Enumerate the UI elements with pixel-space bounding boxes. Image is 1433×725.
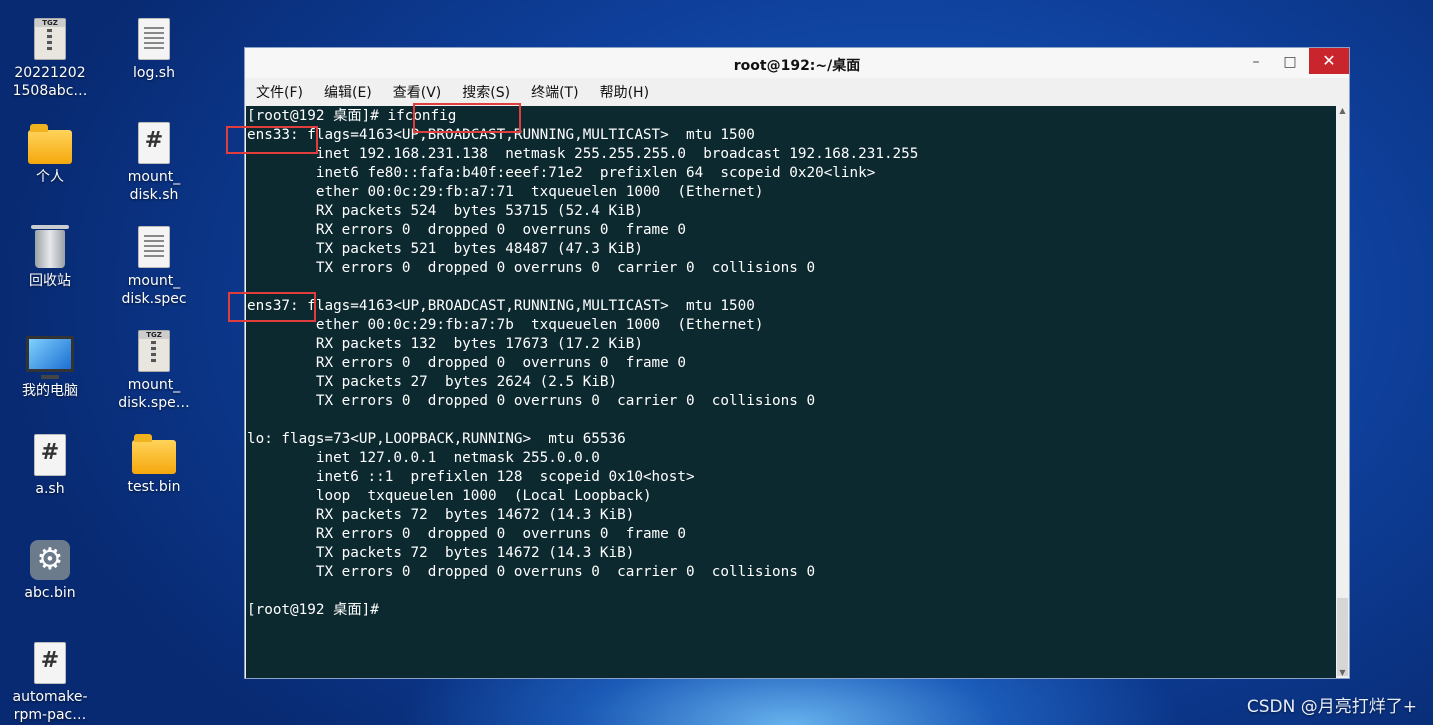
- gear-icon: ⚙: [30, 540, 70, 580]
- menu-search[interactable]: 搜索(S): [462, 82, 510, 102]
- menu-view[interactable]: 查看(V): [393, 82, 442, 102]
- terminal-line: inet 127.0.0.1 netmask 255.0.0.0: [247, 450, 600, 466]
- scroll-down-icon[interactable]: ▼: [1336, 668, 1349, 678]
- terminal-line: TX errors 0 dropped 0 overruns 0 carrier…: [247, 260, 816, 276]
- desktop-icon-mount-disk-sh[interactable]: # mount_ disk.sh: [106, 120, 202, 204]
- menu-file[interactable]: 文件(F): [256, 82, 303, 102]
- window-titlebar[interactable]: root@192:~/桌面 – □ ✕: [245, 48, 1349, 78]
- script-file-icon: #: [34, 642, 66, 684]
- terminal-line: loop txqueuelen 1000 (Local Loopback): [247, 488, 652, 504]
- menu-edit[interactable]: 编辑(E): [324, 82, 372, 102]
- desktop-icon-a-sh[interactable]: # a.sh: [2, 432, 98, 498]
- terminal-line: inet6 ::1 prefixlen 128 scopeid 0x10<hos…: [247, 469, 695, 485]
- trash-icon: [31, 225, 69, 268]
- desktop-icon-label: 20221202 1508abc…: [12, 65, 88, 99]
- highlight-box-ens33: [226, 126, 318, 154]
- desktop-icon-label: mount_ disk.spe…: [118, 377, 190, 411]
- terminal-line: RX packets 524 bytes 53715 (52.4 KiB): [247, 203, 643, 219]
- terminal-line: TX errors 0 dropped 0 overruns 0 carrier…: [247, 393, 816, 409]
- close-button[interactable]: ✕: [1309, 48, 1349, 74]
- terminal-line: TX errors 0 dropped 0 overruns 0 carrier…: [247, 564, 816, 580]
- desktop-icon-trash[interactable]: 回收站: [2, 225, 98, 290]
- text-file-icon: [138, 18, 170, 60]
- desktop-icon-label: automake- rpm-pac…: [12, 689, 88, 723]
- desktop-icon-20221202-archive[interactable]: 20221202 1508abc…: [2, 16, 98, 100]
- folder-icon: [132, 434, 176, 474]
- desktop-icon-label: mount_ disk.sh: [127, 169, 181, 203]
- scrollbar-thumb[interactable]: [1337, 598, 1348, 676]
- terminal-line: RX packets 132 bytes 17673 (17.2 KiB): [247, 336, 643, 352]
- text-file-icon: [138, 226, 170, 268]
- desktop-icon-label: 回收站: [29, 273, 71, 289]
- terminal-line: ens37: flags=4163<UP,BROADCAST,RUNNING,M…: [247, 298, 755, 314]
- desktop-icon-label: 我的电脑: [22, 383, 78, 399]
- menu-help[interactable]: 帮助(H): [600, 82, 649, 102]
- terminal-line: RX errors 0 dropped 0 overruns 0 frame 0: [247, 222, 686, 238]
- desktop-icon-log-sh[interactable]: log.sh: [106, 16, 202, 82]
- terminal-line: [root@192 桌面]#: [247, 602, 379, 618]
- terminal-line: lo: flags=73<UP,LOOPBACK,RUNNING> mtu 65…: [247, 431, 626, 447]
- tgz-archive-icon: [34, 18, 66, 60]
- terminal-line: RX packets 72 bytes 14672 (14.3 KiB): [247, 507, 635, 523]
- terminal-text: [root@192 桌面]# ifconfig ens33: flags=416…: [246, 106, 1336, 620]
- desktop-icon-mount-disk-spec[interactable]: mount_ disk.spec: [106, 224, 202, 308]
- highlight-box-ifconfig: [413, 103, 521, 133]
- scroll-up-icon[interactable]: ▲: [1336, 106, 1349, 116]
- terminal-line: ether 00:0c:29:fb:a7:7b txqueuelen 1000 …: [247, 317, 764, 333]
- desktop-icon-my-computer[interactable]: 我的电脑: [2, 330, 98, 400]
- desktop-icon-label: a.sh: [35, 481, 65, 497]
- minimize-button[interactable]: –: [1239, 50, 1273, 74]
- desktop-icon-automake-rpm[interactable]: # automake- rpm-pac…: [2, 640, 98, 724]
- terminal-line: inet6 fe80::fafa:b40f:eeef:71e2 prefixle…: [247, 165, 876, 181]
- csdn-watermark: CSDN @月亮打烊了+: [1246, 697, 1417, 717]
- tgz-archive-icon: [138, 330, 170, 372]
- home-folder-icon: [28, 124, 72, 164]
- terminal-line: ether 00:0c:29:fb:a7:71 txqueuelen 1000 …: [247, 184, 764, 200]
- desktop-icon-label: test.bin: [127, 479, 181, 495]
- terminal-scrollbar[interactable]: ▲ ▼: [1336, 106, 1349, 678]
- window-title: root@192:~/桌面: [733, 58, 861, 74]
- desktop-icon-label: log.sh: [133, 65, 175, 81]
- terminal-line: TX packets 27 bytes 2624 (2.5 KiB): [247, 374, 618, 390]
- desktop-icon-label: abc.bin: [24, 585, 76, 601]
- terminal-line: RX errors 0 dropped 0 overruns 0 frame 0: [247, 526, 686, 542]
- terminal-window: root@192:~/桌面 – □ ✕ 文件(F) 编辑(E) 查看(V) 搜索…: [244, 47, 1350, 679]
- terminal-line: RX errors 0 dropped 0 overruns 0 frame 0: [247, 355, 686, 371]
- terminal-output[interactable]: [root@192 桌面]# ifconfig ens33: flags=416…: [246, 106, 1336, 678]
- computer-icon: [26, 336, 74, 379]
- script-file-icon: #: [138, 122, 170, 164]
- terminal-line: inet 192.168.231.138 netmask 255.255.255…: [247, 146, 919, 162]
- highlight-box-ens37: [228, 292, 316, 322]
- desktop-icon-label: 个人: [36, 169, 64, 185]
- terminal-line: TX packets 72 bytes 14672 (14.3 KiB): [247, 545, 635, 561]
- menu-terminal[interactable]: 终端(T): [531, 82, 578, 102]
- desktop-icon-abc-bin[interactable]: ⚙ abc.bin: [2, 536, 98, 602]
- maximize-button[interactable]: □: [1273, 50, 1307, 74]
- script-file-icon: #: [34, 434, 66, 476]
- desktop-icon-mount-disk-spec-archive[interactable]: mount_ disk.spe…: [106, 328, 202, 412]
- desktop-icon-test-bin[interactable]: test.bin: [106, 432, 202, 496]
- desktop-icon-label: mount_ disk.spec: [121, 273, 187, 307]
- desktop-icon-home[interactable]: 个人: [2, 122, 98, 186]
- menu-bar: 文件(F) 编辑(E) 查看(V) 搜索(S) 终端(T) 帮助(H): [245, 78, 1349, 106]
- terminal-line: TX packets 521 bytes 48487 (47.3 KiB): [247, 241, 643, 257]
